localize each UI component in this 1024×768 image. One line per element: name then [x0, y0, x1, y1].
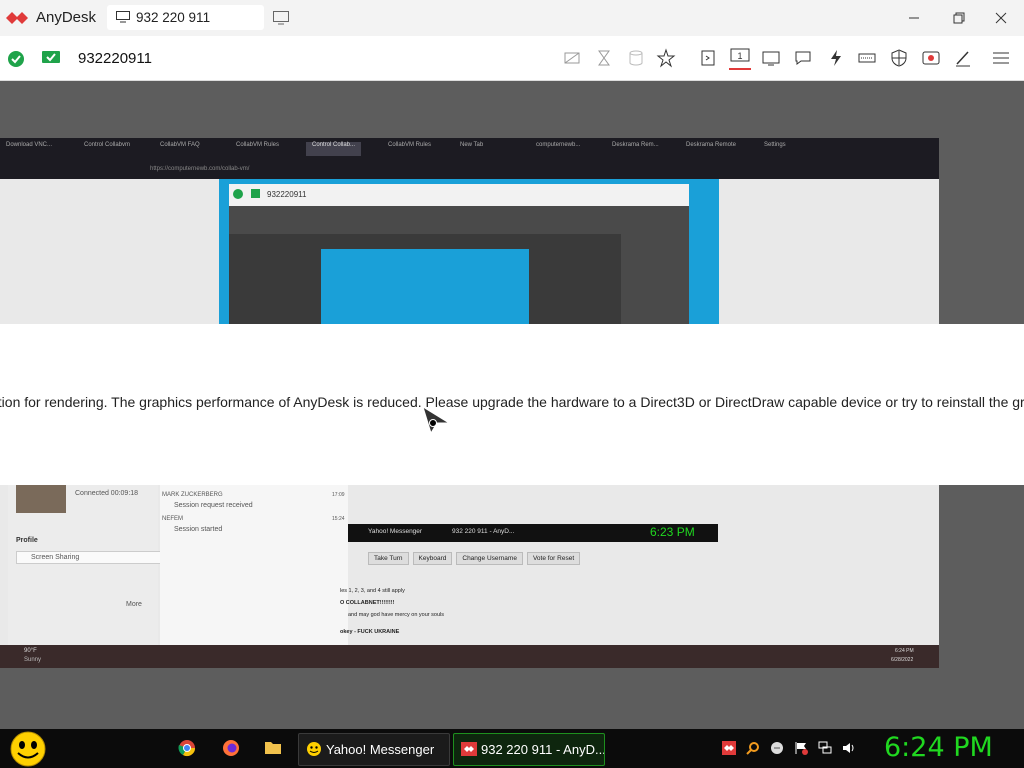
yahoo-smiley-icon	[307, 742, 321, 756]
new-session-icon[interactable]	[273, 11, 289, 25]
database-icon[interactable]	[626, 48, 646, 68]
log-name: MARK ZUCKERBERG	[162, 492, 223, 498]
svg-text:1: 1	[737, 51, 742, 61]
title-bar: AnyDesk 932 220 911	[0, 0, 1024, 36]
remote-browser-tab: Download VNC...	[6, 142, 53, 148]
actions-icon[interactable]	[826, 48, 846, 68]
star-icon[interactable]	[656, 48, 676, 68]
log-name: NEFEM	[162, 516, 183, 522]
weather-cond: Sunny	[24, 657, 42, 663]
nested-taskbar-item: Yahoo! Messenger	[368, 528, 423, 535]
minimize-button[interactable]	[904, 8, 924, 28]
messenger-tray-icon[interactable]	[770, 741, 784, 755]
remote-browser-bar: Download VNC... Control Collabvm CollabV…	[0, 138, 939, 179]
firefox-icon[interactable]	[222, 739, 240, 757]
remote-taskbar: 90°F Sunny 6:24 PM 6/28/2022	[0, 645, 939, 668]
mouse-cursor-icon	[422, 405, 451, 435]
remote-clock-date: 6/28/2022	[891, 657, 914, 663]
taskbar-yahoo-messenger[interactable]: Yahoo! Messenger	[298, 733, 450, 766]
monitor-icon	[116, 11, 130, 23]
vm-buttons: Take Turn Keyboard Change Username Vote for…	[368, 548, 584, 565]
session-tab[interactable]: 932 220 911	[107, 5, 264, 30]
remote-browser-tab: CollabVM Rules	[388, 142, 432, 148]
nested-clock: 6:23 PM	[650, 525, 695, 539]
remote-log-panel: MARK ZUCKERBERG 17:09 Session request re…	[160, 485, 348, 645]
log-time: 15:24	[332, 516, 345, 522]
close-button[interactable]	[991, 8, 1011, 28]
app-name: AnyDesk	[36, 9, 97, 26]
remote-browser-tab: Control Collabvm	[84, 142, 131, 148]
keyboard-button[interactable]: Keyboard	[412, 552, 453, 565]
session-id: 932220911	[78, 50, 152, 67]
weather-temp: 90°F	[24, 648, 37, 654]
take-turn-button[interactable]: Take Turn	[368, 552, 409, 565]
vm-chat: les 1, 2, 3, and 4 still apply O COLLABN…	[340, 584, 930, 644]
log-time: 17:09	[332, 492, 345, 498]
nested-taskbar: Yahoo! Messenger 932 220 911 - AnyD... 6…	[348, 524, 718, 542]
chat-line: and may god have mercy on your souls	[348, 612, 444, 618]
taskbar-anydesk-label: 932 220 911 - AnyD...	[481, 742, 605, 757]
network-tray-icon[interactable]	[818, 741, 832, 755]
change-username-button[interactable]: Change Username	[456, 552, 523, 565]
taskbar-yahoo-label: Yahoo! Messenger	[326, 742, 435, 757]
monitor-select-icon[interactable]: 1	[729, 46, 751, 70]
record-icon[interactable]	[921, 48, 941, 68]
chat-line: les 1, 2, 3, and 4 still apply	[340, 588, 405, 594]
chat-line: O COLLABNET!!!!!!!!	[340, 600, 395, 606]
warning-message: ation for rendering. The graphics perfor…	[0, 394, 1024, 410]
nested-session: 932220911	[219, 179, 719, 324]
file-transfer-icon[interactable]	[698, 48, 718, 68]
folder-icon[interactable]	[264, 739, 282, 755]
search-tray-icon[interactable]	[746, 741, 760, 755]
keyboard-icon[interactable]	[857, 48, 877, 68]
remote-browser-tab: Control Collab...	[306, 142, 362, 156]
remote-browser-tab: Deskrama Remote	[686, 142, 737, 148]
remote-anydesk-panel: Connected 00:09:18 Profile Screen Sharin…	[8, 485, 176, 645]
remote-browser-tab: CollabVM Rules	[236, 142, 280, 148]
nested-toolbar: 932220911	[229, 184, 689, 206]
restore-button[interactable]	[949, 8, 969, 28]
remote-browser-tab: New Tab	[460, 142, 484, 148]
connected-check-icon	[8, 51, 24, 67]
chat-line: okey - FUCK UKRAINE	[340, 629, 400, 635]
flag-tray-icon[interactable]	[794, 741, 808, 755]
remote-clock-time: 6:24 PM	[895, 648, 914, 654]
nested-taskbar-item: 932 220 911 - AnyD...	[452, 528, 515, 535]
vote-reset-button[interactable]: Vote for Reset	[526, 552, 581, 565]
remote-browser-tab: Settings	[764, 142, 786, 148]
remote-browser-tab: computernewb...	[536, 142, 581, 148]
remote-url: https://computernewb.com/collab-vm/	[150, 166, 250, 172]
warning-dialog: ation for rendering. The graphics perfor…	[0, 324, 1024, 485]
profile-select: Screen Sharing	[16, 551, 176, 564]
chat-icon[interactable]	[793, 48, 813, 68]
permissions-icon[interactable]	[889, 48, 909, 68]
volume-tray-icon[interactable]	[842, 741, 856, 755]
whiteboard-icon[interactable]	[953, 48, 973, 68]
taskbar-anydesk[interactable]: 932 220 911 - AnyD...	[453, 733, 605, 766]
taskbar: Yahoo! Messenger 932 220 911 - AnyD... 6…	[0, 729, 1024, 768]
log-text: Session started	[174, 526, 223, 533]
more-label: More	[126, 601, 142, 608]
anydesk-tray-icon[interactable]	[722, 741, 736, 755]
yahoo-smiley-start-icon[interactable]	[8, 730, 48, 768]
connected-text: Connected 00:09:18	[75, 490, 139, 497]
menu-icon[interactable]	[991, 48, 1011, 68]
connection-icon[interactable]	[562, 48, 582, 68]
session-toolbar: 932220911 1	[0, 36, 1024, 81]
remote-desktop-status-icon	[42, 51, 60, 63]
remote-browser-tab: CollabVM FAQ	[160, 142, 200, 148]
anydesk-taskbar-icon	[461, 742, 477, 756]
display-icon[interactable]	[761, 48, 781, 68]
taskbar-clock[interactable]: 6:24 PM	[884, 732, 993, 763]
session-tab-label: 932 220 911	[136, 10, 211, 25]
profile-label: Profile	[16, 537, 38, 544]
chrome-icon[interactable]	[178, 739, 196, 757]
anydesk-logo-icon	[6, 12, 28, 24]
hourglass-icon[interactable]	[594, 48, 614, 68]
nested-session-id: 932220911	[267, 190, 307, 199]
remote-browser-tab: Deskrama Rem...	[612, 142, 659, 148]
log-text: Session request received	[174, 502, 253, 509]
